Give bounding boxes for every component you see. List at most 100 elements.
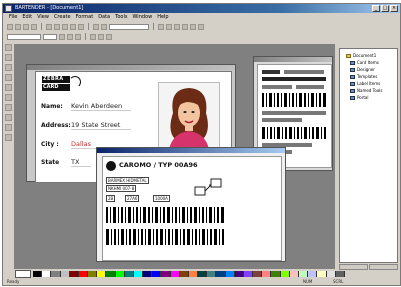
minimize-button[interactable]: _ (372, 5, 380, 12)
palette-swatch[interactable] (280, 271, 290, 277)
palette-swatch[interactable] (51, 271, 61, 277)
palette-swatch[interactable] (88, 271, 98, 277)
menu-data[interactable]: Data (98, 13, 110, 21)
rotate-icon[interactable] (90, 33, 96, 40)
paste-icon[interactable] (62, 23, 68, 30)
palette-swatch[interactable] (234, 271, 244, 277)
ellipse-tool-icon[interactable] (5, 104, 12, 111)
zoom-out-icon[interactable] (101, 23, 107, 30)
palette-swatch[interactable] (317, 271, 327, 277)
palette-swatch[interactable] (133, 271, 144, 277)
rfid-tool-icon[interactable] (5, 134, 12, 141)
palette-swatch[interactable] (198, 271, 208, 277)
palette-swatch[interactable] (253, 271, 263, 277)
state-field[interactable]: State TX (41, 158, 91, 167)
palette-swatch[interactable] (298, 271, 309, 277)
palette-swatch[interactable] (152, 271, 162, 277)
line-tool-icon[interactable] (5, 84, 12, 91)
tree-item[interactable]: Label Items (350, 81, 380, 86)
font-size-select[interactable] (43, 33, 57, 40)
palette-swatch[interactable] (271, 271, 281, 277)
palette-swatch[interactable] (335, 271, 345, 277)
italic-icon[interactable] (67, 33, 73, 40)
current-color-swatch[interactable] (15, 270, 31, 278)
pointer-tool-icon[interactable] (5, 44, 12, 51)
help-icon[interactable] (198, 23, 204, 30)
align-left-icon[interactable] (158, 23, 164, 30)
picture-tool-icon[interactable] (5, 74, 12, 81)
underline-icon[interactable] (75, 33, 81, 40)
address-field[interactable]: Address: 19 State Street (41, 121, 131, 130)
menu-tools[interactable]: Tools (115, 13, 127, 21)
palette-swatch[interactable] (262, 271, 272, 277)
palette-swatch[interactable] (69, 271, 79, 277)
copy-icon[interactable] (54, 23, 60, 30)
palette-swatch[interactable] (78, 271, 89, 277)
tree-item[interactable]: Portal (350, 95, 369, 100)
palette-swatch[interactable] (243, 271, 254, 277)
tree-item[interactable]: Card Items (350, 60, 379, 65)
palette-swatch[interactable] (42, 271, 52, 277)
zoom-in-icon[interactable] (93, 23, 99, 30)
name-value[interactable]: Kevin Aberdeen (71, 102, 131, 111)
grid-icon[interactable] (182, 23, 188, 30)
magstripe-tool-icon[interactable] (5, 124, 12, 131)
card-field-text[interactable]: 27A6 (125, 195, 140, 202)
undo-icon[interactable] (70, 23, 76, 30)
database-icon[interactable] (190, 23, 196, 30)
align-center-icon[interactable] (166, 23, 172, 30)
menu-edit[interactable]: Edit (22, 13, 32, 21)
palette-swatch[interactable] (161, 271, 171, 277)
palette-swatch[interactable] (225, 271, 235, 277)
save-icon[interactable] (23, 23, 29, 30)
card-field-text[interactable]: 2B (106, 195, 116, 202)
portrait-photo[interactable] (158, 82, 220, 150)
send-back-icon[interactable] (106, 33, 112, 40)
state-value[interactable]: TX (71, 158, 91, 167)
menu-create[interactable]: Create (54, 13, 71, 21)
barcode-card-canvas[interactable]: CAROMO / TYP 00A96 BARMEX HIDMETAL NKHMI… (102, 156, 282, 261)
maximize-button[interactable]: □ (381, 5, 389, 12)
menu-help[interactable]: Help (157, 13, 168, 21)
name-field[interactable]: Name: Kevin Aberdeen (41, 102, 131, 111)
menu-window[interactable]: Window (132, 13, 152, 21)
new-icon[interactable] (7, 23, 13, 30)
card-field-text[interactable]: BARMEX HIDMETAL (106, 177, 149, 184)
palette-swatch[interactable] (97, 271, 107, 277)
card-field-text[interactable]: NKHMI 007-8 (106, 185, 137, 192)
panel-tab[interactable] (339, 264, 368, 270)
palette-swatch[interactable] (60, 271, 70, 277)
palette-swatch[interactable] (207, 271, 217, 277)
print-icon[interactable] (31, 23, 37, 30)
open-icon[interactable] (15, 23, 21, 30)
redo-icon[interactable] (78, 23, 84, 30)
object-tree-panel[interactable]: Document1 Card Items Designer Templates … (339, 48, 398, 263)
align-right-icon[interactable] (174, 23, 180, 30)
menu-file[interactable]: File (9, 13, 17, 21)
cut-icon[interactable] (46, 23, 52, 30)
address-value[interactable]: 19 State Street (71, 121, 131, 130)
font-select[interactable] (7, 33, 41, 40)
close-button[interactable]: × (390, 5, 398, 12)
palette-swatch[interactable] (308, 271, 318, 277)
palette-swatch[interactable] (143, 271, 153, 277)
panel-tab[interactable] (369, 264, 398, 270)
barcode-graphic[interactable] (106, 207, 226, 223)
tree-item[interactable]: Document1 (346, 53, 376, 58)
palette-swatch[interactable] (106, 271, 116, 277)
bring-front-icon[interactable] (98, 33, 104, 40)
menu-format[interactable]: Format (76, 13, 94, 21)
palette-swatch[interactable] (289, 271, 299, 277)
card-field-text[interactable]: 1000A (153, 195, 170, 202)
palette-swatch[interactable] (188, 271, 199, 277)
palette-swatch[interactable] (115, 271, 125, 277)
palette-swatch[interactable] (179, 271, 189, 277)
menu-view[interactable]: View (37, 13, 49, 21)
rich-text-tool-icon[interactable] (5, 114, 12, 121)
zoom-select[interactable] (109, 23, 149, 30)
palette-swatch[interactable] (170, 271, 180, 277)
palette-swatch[interactable] (326, 271, 336, 277)
tree-item[interactable]: Designer (350, 67, 375, 72)
palette-swatch[interactable] (216, 271, 226, 277)
barcode-graphic[interactable] (106, 229, 226, 245)
